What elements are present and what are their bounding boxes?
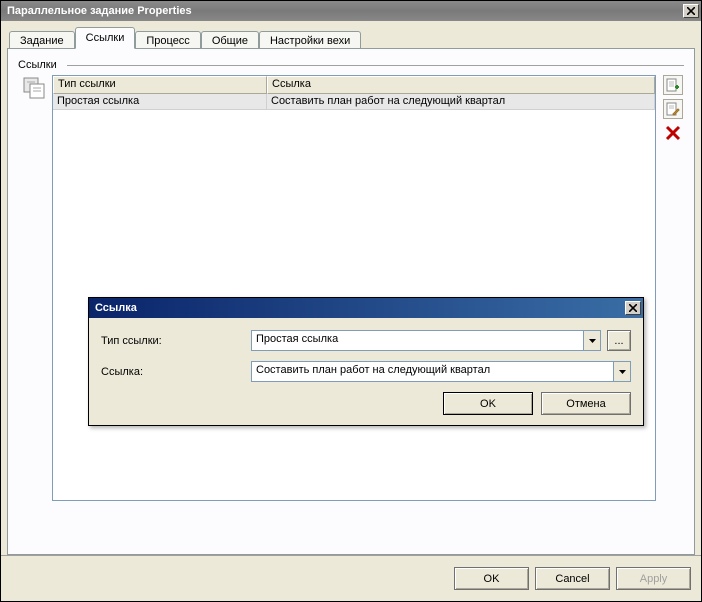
cell-link: Составить план работ на следующий кварта…: [267, 94, 655, 109]
combo-link-type[interactable]: Простая ссылка: [251, 330, 601, 351]
delete-link-button[interactable]: [663, 123, 683, 143]
cancel-button[interactable]: Cancel: [535, 567, 610, 590]
links-table: Тип ссылки Ссылка Простая ссылка Состави…: [52, 75, 656, 501]
section-divider: [67, 65, 684, 66]
browse-type-button[interactable]: ...: [607, 330, 631, 351]
label-link: Ссылка:: [101, 366, 251, 378]
document-plus-icon: [666, 78, 680, 92]
apply-button[interactable]: Apply: [616, 567, 691, 590]
dialog-close-icon[interactable]: [625, 301, 641, 315]
tabstrip: Задание Ссылки Процесс Общие Настройки в…: [7, 27, 695, 49]
delete-x-icon: [665, 125, 681, 141]
dialog-body: Тип ссылки: Простая ссылка ... Ссылка:: [89, 318, 643, 425]
window-title: Параллельное задание Properties: [7, 5, 683, 17]
footer-buttons: OK Cancel Apply: [1, 555, 701, 601]
close-icon[interactable]: [683, 4, 699, 18]
edit-link-button[interactable]: [663, 99, 683, 119]
dialog-titlebar[interactable]: Ссылка: [89, 298, 643, 318]
titlebar[interactable]: Параллельное задание Properties: [1, 1, 701, 21]
column-link-type[interactable]: Тип ссылки: [53, 76, 267, 94]
add-link-button[interactable]: [663, 75, 683, 95]
links-section-icon: [18, 75, 52, 103]
tab-body: Ссылки Тип ссылки Ссылка: [7, 48, 695, 555]
combo-link-value: Составить план работ на следующий кварта…: [252, 362, 613, 381]
label-link-type: Тип ссылки:: [101, 335, 251, 347]
ok-button[interactable]: OK: [454, 567, 529, 590]
side-buttons: [656, 75, 684, 143]
table-row[interactable]: Простая ссылка Составить план работ на с…: [53, 94, 655, 110]
chevron-down-icon[interactable]: [613, 362, 630, 381]
ellipsis-icon: ...: [614, 335, 623, 347]
content-row: Тип ссылки Ссылка Простая ссылка Состави…: [18, 75, 684, 501]
dialog-ok-button[interactable]: OK: [443, 392, 533, 415]
tab-links[interactable]: Ссылки: [75, 27, 136, 49]
document-edit-icon: [666, 102, 680, 116]
client-area: Задание Ссылки Процесс Общие Настройки в…: [1, 21, 701, 555]
chevron-down-icon[interactable]: [583, 331, 600, 350]
dialog-buttons: OK Отмена: [101, 392, 631, 415]
column-link[interactable]: Ссылка: [267, 76, 655, 94]
link-dialog: Ссылка Тип ссылки: Простая ссылка: [88, 297, 644, 426]
properties-window: Параллельное задание Properties Задание …: [0, 0, 702, 602]
dialog-cancel-button[interactable]: Отмена: [541, 392, 631, 415]
cell-link-type: Простая ссылка: [53, 94, 267, 109]
row-link: Ссылка: Составить план работ на следующи…: [101, 361, 631, 382]
dialog-title: Ссылка: [95, 302, 625, 314]
combo-link[interactable]: Составить план работ на следующий кварта…: [251, 361, 631, 382]
combo-link-type-value: Простая ссылка: [252, 331, 583, 350]
table-header: Тип ссылки Ссылка: [53, 76, 655, 94]
section-label: Ссылки: [18, 59, 57, 71]
row-link-type: Тип ссылки: Простая ссылка ...: [101, 330, 631, 351]
